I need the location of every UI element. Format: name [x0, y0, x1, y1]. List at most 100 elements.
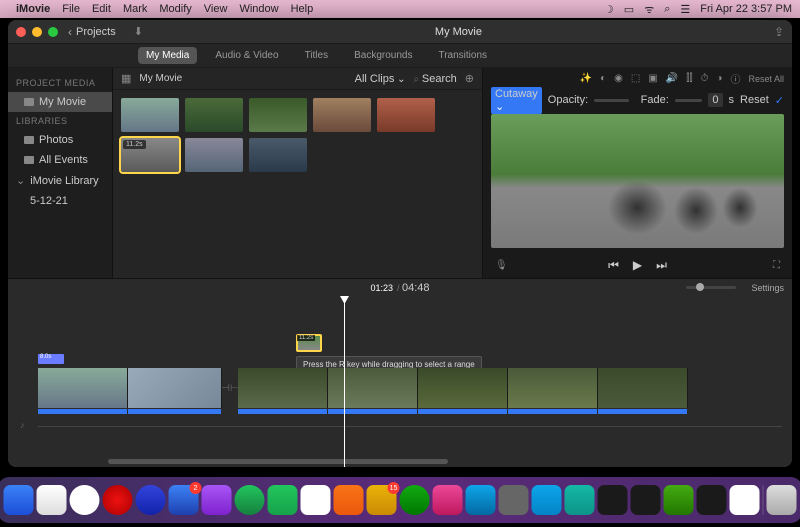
audio-track[interactable] — [38, 426, 782, 427]
color-correction-icon[interactable]: ◉ — [614, 73, 623, 84]
wifi-icon[interactable]: ᯤ — [644, 2, 654, 17]
menu-help[interactable]: Help — [291, 3, 314, 15]
dock-item[interactable] — [565, 485, 595, 515]
menu-window[interactable]: Window — [239, 3, 278, 15]
minimize-button[interactable] — [32, 27, 42, 37]
timeline-scrollbar[interactable] — [108, 459, 448, 464]
search-icon[interactable]: ⌕ — [664, 3, 670, 16]
dock-item[interactable] — [697, 485, 727, 515]
sidebar-item[interactable]: 5-12-21 — [8, 191, 112, 211]
dock-item[interactable] — [664, 485, 694, 515]
share-icon[interactable]: ⇪ — [774, 25, 784, 39]
tab-backgrounds[interactable]: Backgrounds — [346, 47, 420, 64]
volume-icon[interactable]: 🔊 — [666, 73, 678, 84]
import-icon[interactable]: ⬇ — [134, 25, 143, 38]
tab-audio-video[interactable]: Audio & Video — [207, 47, 286, 64]
control-center-icon[interactable]: ☰ — [680, 3, 690, 16]
dock-item[interactable]: 2 — [169, 485, 199, 515]
sidebar-my-movie[interactable]: My Movie — [8, 92, 112, 112]
dock-item[interactable]: 15 — [367, 485, 397, 515]
fade-slider[interactable] — [675, 99, 703, 102]
timeline-clip[interactable] — [328, 368, 418, 408]
clock[interactable]: Fri Apr 22 3:57 PM — [700, 3, 792, 15]
apply-check-icon[interactable]: ✓ — [775, 94, 784, 107]
video-track[interactable]: ⊣⊢ — [38, 368, 782, 408]
dock-item[interactable] — [334, 485, 364, 515]
zoom-slider[interactable] — [686, 286, 736, 289]
dock-item[interactable] — [136, 485, 166, 515]
dock-item[interactable] — [433, 485, 463, 515]
play-button[interactable]: ▶ — [633, 258, 642, 272]
sidebar-item[interactable]: Photos — [8, 130, 112, 150]
dock-item[interactable] — [400, 485, 430, 515]
preview-canvas[interactable] — [491, 114, 784, 248]
zoom-button[interactable] — [48, 27, 58, 37]
playhead[interactable] — [344, 296, 345, 467]
opacity-slider[interactable] — [594, 99, 629, 102]
dock-item[interactable] — [767, 485, 797, 515]
timeline-clip[interactable] — [598, 368, 688, 408]
stabilize-icon[interactable]: ▣ — [648, 73, 657, 84]
media-thumbnail[interactable] — [249, 98, 307, 132]
media-thumbnail[interactable]: 11.2s — [121, 138, 179, 172]
tab-my-media[interactable]: My Media — [138, 47, 197, 64]
fade-value[interactable]: 0 — [708, 93, 722, 107]
sidebar-item[interactable]: All Events — [8, 150, 112, 170]
media-thumbnail[interactable] — [377, 98, 435, 132]
menu-mark[interactable]: Mark — [123, 3, 147, 15]
media-thumbnail[interactable] — [249, 138, 307, 172]
reset-all-button[interactable]: Reset All — [748, 74, 784, 84]
menu-view[interactable]: View — [204, 3, 228, 15]
dock-item[interactable] — [532, 485, 562, 515]
list-view-icon[interactable]: ▦ — [121, 72, 131, 85]
noise-icon[interactable]: ⫿⫿ — [686, 73, 692, 84]
dock-item[interactable] — [730, 485, 760, 515]
timeline-clip[interactable] — [508, 368, 598, 408]
menu-modify[interactable]: Modify — [159, 3, 191, 15]
back-icon[interactable]: ‹ — [68, 25, 72, 39]
dock-item[interactable] — [466, 485, 496, 515]
speed-icon[interactable]: ⏱ — [701, 73, 709, 84]
close-button[interactable] — [16, 27, 26, 37]
battery-icon[interactable]: ▭ — [624, 3, 634, 16]
info-icon[interactable]: ⓘ — [730, 71, 740, 86]
reset-button[interactable]: Reset — [740, 94, 769, 106]
timeline[interactable]: 11.2s Press the R key while dragging to … — [8, 296, 792, 467]
dock-item[interactable] — [631, 485, 661, 515]
filter-icon[interactable]: ◑ — [716, 73, 722, 84]
dock-item[interactable] — [70, 485, 100, 515]
app-menu[interactable]: iMovie — [16, 3, 50, 15]
timeline-clip[interactable] — [418, 368, 508, 408]
dock-item[interactable] — [37, 485, 67, 515]
tab-titles[interactable]: Titles — [297, 47, 337, 64]
media-thumbnail[interactable] — [185, 98, 243, 132]
next-button[interactable]: ⏭ — [656, 258, 667, 273]
dock-item[interactable] — [202, 485, 232, 515]
timeline-settings-button[interactable]: Settings — [751, 283, 784, 293]
sidebar-item[interactable]: ⌄ iMovie Library — [8, 170, 112, 191]
color-balance-icon[interactable]: ◐ — [600, 73, 606, 84]
crop-icon[interactable]: ⬚ — [631, 73, 640, 84]
dock-item[interactable] — [499, 485, 529, 515]
voiceover-icon[interactable]: 🎙 — [495, 260, 508, 271]
dock-item[interactable] — [598, 485, 628, 515]
timeline-marker[interactable]: 8.0s — [38, 354, 64, 364]
timeline-clip[interactable] — [38, 368, 128, 408]
projects-button[interactable]: Projects — [76, 26, 116, 38]
dnd-icon[interactable]: ☽ — [604, 3, 614, 16]
menu-file[interactable]: File — [62, 3, 80, 15]
tab-transitions[interactable]: Transitions — [430, 47, 495, 64]
media-thumbnail[interactable] — [185, 138, 243, 172]
dock-item[interactable] — [103, 485, 133, 515]
media-thumbnail[interactable] — [121, 98, 179, 132]
filter-dropdown[interactable]: All Clips ⌄ — [355, 73, 406, 85]
transition-gap[interactable]: ⊣⊢ — [222, 368, 238, 408]
prev-button[interactable]: ⏮ — [608, 258, 619, 273]
fullscreen-icon[interactable]: ⛶ — [773, 260, 780, 271]
dock-item[interactable] — [235, 485, 265, 515]
menu-edit[interactable]: Edit — [92, 3, 111, 15]
overlay-clip[interactable]: 11.2s — [296, 334, 322, 352]
enhance-icon[interactable]: ✨ — [580, 73, 592, 84]
browser-settings-icon[interactable]: ⊕ — [465, 72, 474, 85]
timeline-clip[interactable] — [128, 368, 222, 408]
